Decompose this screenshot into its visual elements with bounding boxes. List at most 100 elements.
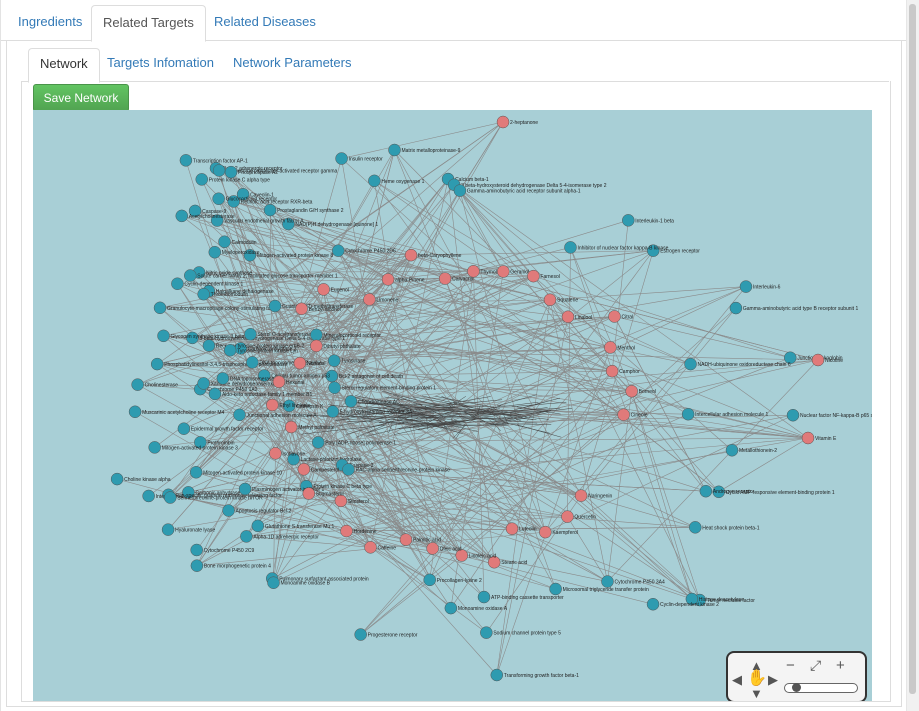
target-node-label: 5-hydroxytryptamine receptor 3A [340,410,413,416]
target-node-label: Prostaglandin G/H synthase 2 [277,208,344,214]
target-node-circle [725,443,739,457]
tab-targets-information[interactable]: Targets Infomation [96,48,225,81]
target-node-circle [444,601,458,615]
target-node-circle [335,152,348,165]
target-node-circle [148,441,161,454]
compound-node[interactable]: Caffeine [364,541,397,554]
network-edge [288,223,819,361]
target-node[interactable]: Progesterone receptor [354,628,418,641]
compound-node[interactable]: Camphor [605,364,640,378]
compound-node[interactable]: alpha-Pinene [381,273,425,286]
target-node[interactable]: Heme oxygenase 1 [368,174,425,188]
target-node[interactable]: Sodium channel protein type 5 [480,626,561,639]
compound-node-label: Methyl palmitate [298,425,335,431]
target-node-label: Procollagen-lysine 2 [437,578,482,584]
target-node[interactable]: Choline kinase alpha [110,472,171,486]
compound-node-circle [527,269,540,283]
target-node-circle [688,521,702,534]
compound-node-circle [574,489,588,502]
hand-pan-icon[interactable]: ✋ [747,671,767,687]
compound-node-circle [404,248,418,262]
target-node-circle [240,530,253,543]
target-node-circle [729,301,743,315]
target-node-label: Calmodulin [231,240,256,246]
target-node[interactable]: Gamma-aminobutyric acid type B receptor … [729,301,859,315]
zoom-out-icon[interactable]: − [786,658,795,673]
tab-related-diseases[interactable]: Related Diseases [203,5,327,39]
target-node[interactable]: Poly [ADP-ribose] polymerase 1 [311,436,396,449]
compound-node[interactable]: 2-heptanone [496,115,538,129]
target-node-circle [368,174,381,188]
compound-node-label: Eugenol [331,287,349,293]
target-node[interactable]: Interleukin-6 [739,280,781,293]
target-node-circle [190,559,204,572]
target-node[interactable]: Prostaglandin G/H synthase 2 [263,203,344,217]
fit-view-icon[interactable]: ⤢ [810,658,821,672]
target-node[interactable]: Monoamine oxidase A [444,601,508,615]
target-node-circle [786,408,800,422]
related-targets-panel: Network Targets Infomation Network Param… [6,40,902,707]
target-node[interactable]: Mitogen-activated protein kinase 10 [189,466,282,479]
target-node-circle [549,582,562,596]
target-node-label: Serine/threonine-protein kinase mTOR [177,496,263,502]
compound-node[interactable]: Citral [608,310,633,323]
compound-node-label: Geraniol [510,269,529,275]
target-node-circle [310,328,323,342]
compound-node[interactable]: Naringenin [574,489,612,502]
tab-network-parameters[interactable]: Network Parameters [222,48,362,81]
compound-node-label: Nicotine [825,358,843,364]
tab-related-targets[interactable]: Related Targets [91,5,206,42]
scrollbar-thumb[interactable] [909,4,916,694]
network-edge [370,547,487,633]
target-node-circle [216,372,230,385]
tab-network[interactable]: Network [28,48,100,83]
compound-node[interactable]: Squalene [543,293,578,306]
target-node-label: Epidermal growth factor receptor [191,427,264,433]
pan-left-icon[interactable]: ◀ [732,673,742,686]
zoom-slider-handle[interactable] [792,683,801,692]
target-node-label: Poly [ADP-ribose] polymerase 1 [325,440,396,446]
network-graph[interactable]: Cytochrome P450 3A4 Cytochrome P450 2D6 Cy… [33,110,872,701]
zoom-in-icon[interactable]: + [836,658,845,673]
target-node[interactable]: Metallothionein-2 [725,443,777,457]
target-node-circle [208,245,222,259]
target-node-label: Interleukin-6 [753,285,781,291]
target-node[interactable]: Cholinesterase [131,378,179,391]
target-node-circle [175,209,189,223]
target-node[interactable]: Cytochrome P450 2C9 [190,543,255,557]
network-canvas[interactable]: Cytochrome P450 3A4 Cytochrome P450 2D6 Cy… [33,110,872,701]
target-node[interactable]: Heat shock protein beta-1 [688,521,760,534]
compound-node-circle [272,375,286,389]
compound-node-label: Carvacrol [452,277,473,283]
save-network-button[interactable]: Save Network [33,84,129,112]
pan-down-icon[interactable]: ▼ [750,687,763,700]
target-node-circle [622,214,635,227]
target-node-label: Protein kinase C alpha type [209,177,270,183]
compound-node[interactable]: Eugenol [317,283,349,296]
compound-node[interactable]: Farnesol [527,269,560,283]
compound-node-circle [399,533,413,546]
target-node[interactable]: Hyaluronate lyase [161,523,215,536]
target-node-label: Glutathione S-transferase Mu 1 [265,524,335,530]
target-node[interactable]: Nuclear factor NF-kappa-B p65 subunit [786,408,872,422]
target-node-label: Gamma-aminobutyric acid type B receptor … [743,306,859,312]
target-node[interactable]: Interleukin-1 beta [622,214,674,227]
tab-ingredients[interactable]: Ingredients [7,5,93,39]
target-node-circle [453,184,467,197]
compound-node[interactable]: Vitamin E [801,431,837,445]
target-node[interactable]: Muscarinic acetylcholine receptor M4 [128,405,225,419]
compound-node-label: 2-heptanone [510,120,538,126]
vertical-scrollbar[interactable] [906,0,919,711]
target-node[interactable]: Matrix metalloproteinase-9 [388,143,461,157]
compound-node[interactable]: Quercetin [561,510,596,523]
target-node[interactable]: Transforming growth factor beta-1 [490,668,579,682]
target-node-label: Acetylcholinesterase [189,214,235,220]
target-node[interactable]: Cytochrome P450 2D6 [331,244,396,257]
compound-node-circle [505,522,519,535]
compound-node-circle [605,364,619,378]
target-node-label: Gamma-aminobutyric acid receptor subunit… [467,189,581,195]
network-edge [549,299,608,582]
target-node[interactable]: NADH-ubiquinone oxidoreductase chain 6 [684,357,791,371]
pan-right-icon[interactable]: ▶ [768,673,778,686]
target-node[interactable]: Cytochrome P450 3A4 [601,575,665,588]
